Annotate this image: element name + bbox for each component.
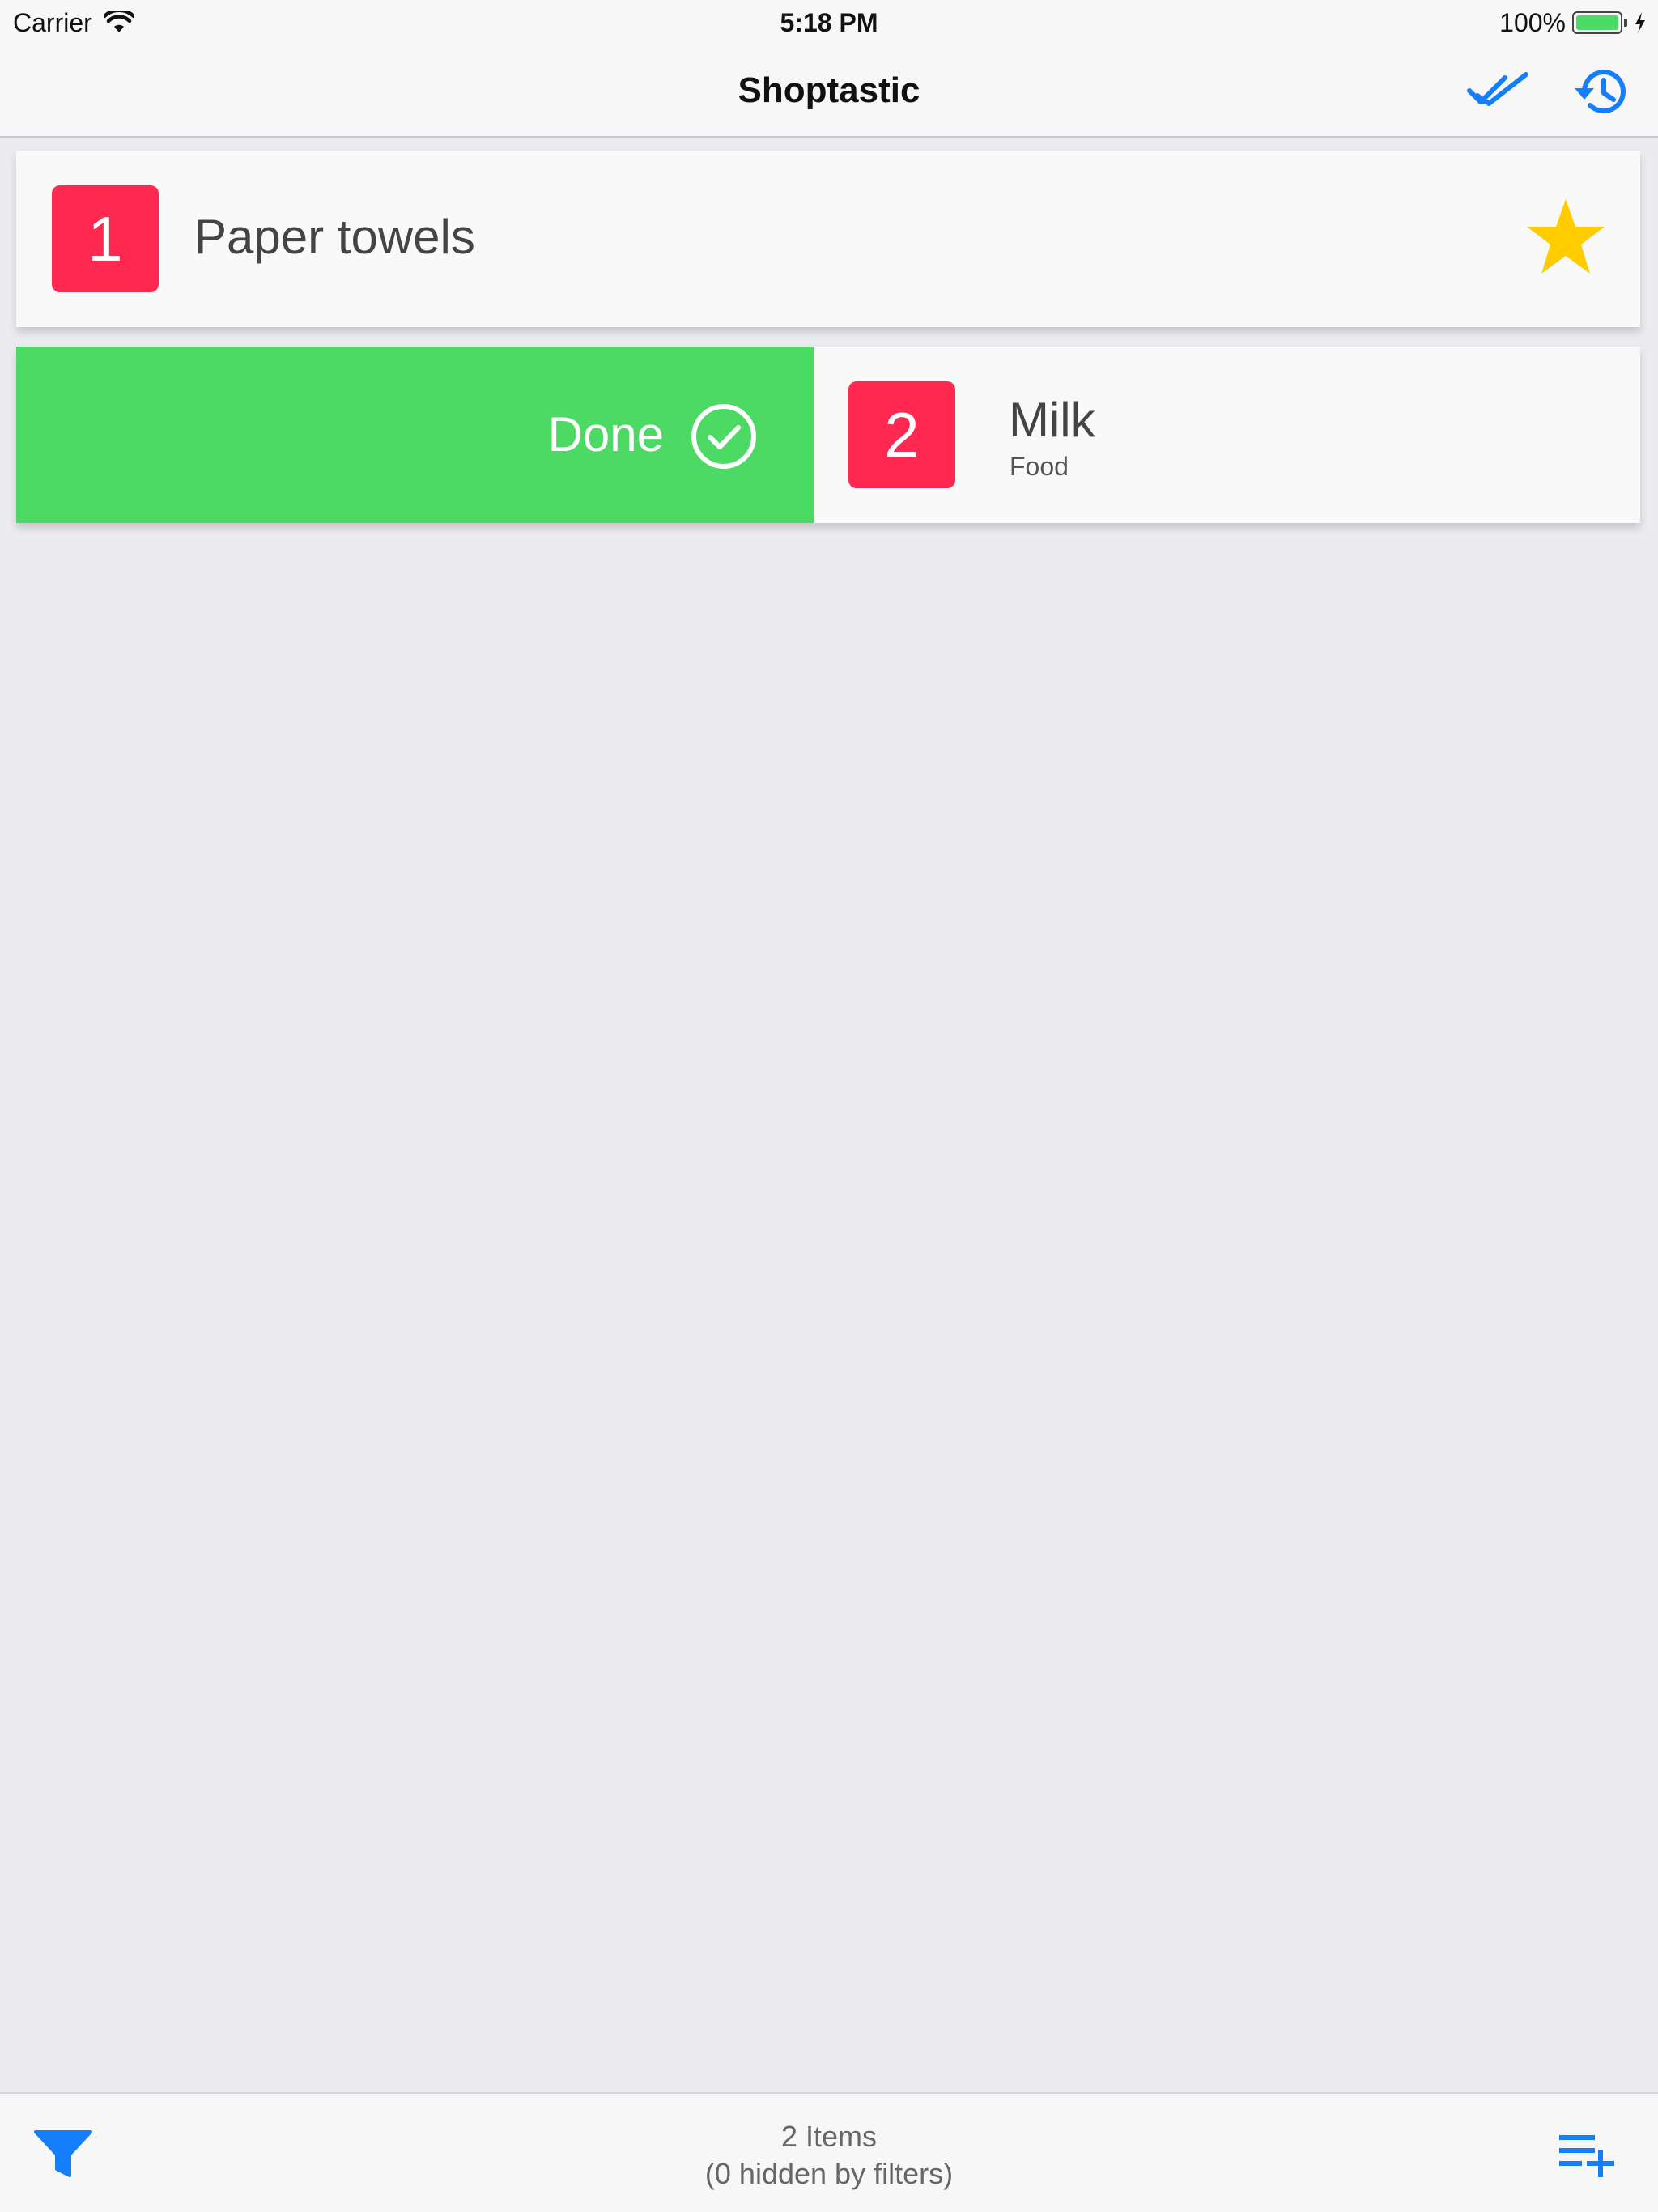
list-item[interactable]: 1 Paper towels	[16, 151, 1640, 327]
page-title: Shoptastic	[738, 70, 920, 110]
battery-indicator: 100%	[1499, 6, 1647, 39]
mark-all-done-button[interactable]	[1462, 63, 1535, 120]
star-icon[interactable]	[1524, 196, 1608, 277]
list-item[interactable]: Done 2 Milk Food	[16, 347, 1640, 523]
item-name: Milk	[1009, 393, 1095, 447]
bottom-toolbar: 2 Items (0 hidden by filters)	[0, 2092, 1658, 2212]
add-to-list-icon	[1559, 2135, 1614, 2177]
item-count: 2 Items	[780, 2120, 878, 2153]
item-category: Food	[1010, 452, 1069, 481]
navigation-bar: Shoptastic	[0, 45, 1658, 138]
quantity-badge: 1	[52, 185, 159, 292]
double-check-icon	[1467, 72, 1528, 106]
charging-bolt-icon	[1635, 12, 1645, 33]
hidden-count: (0 hidden by filters)	[704, 2157, 954, 2190]
history-button[interactable]	[1562, 63, 1635, 120]
done-swipe-action[interactable]: Done	[16, 347, 814, 523]
status-time: 5:18 PM	[780, 8, 878, 37]
battery-cap	[1624, 19, 1627, 27]
battery-level-fill	[1576, 15, 1618, 30]
swiped-item-content[interactable]: 2 Milk Food	[814, 347, 1640, 523]
item-name: Paper towels	[194, 210, 475, 264]
check-circle-icon	[691, 404, 756, 469]
add-item-button[interactable]	[1550, 2118, 1627, 2191]
done-label: Done	[547, 407, 664, 462]
quantity-badge: 2	[848, 381, 955, 488]
history-icon	[1575, 70, 1626, 114]
battery-percent: 100%	[1499, 8, 1566, 37]
status-bar: Carrier 5:18 PM 100%	[0, 0, 1658, 45]
item-count-status: 2 Items (0 hidden by filters)	[0, 2118, 1658, 2193]
battery-icon	[1572, 11, 1622, 34]
